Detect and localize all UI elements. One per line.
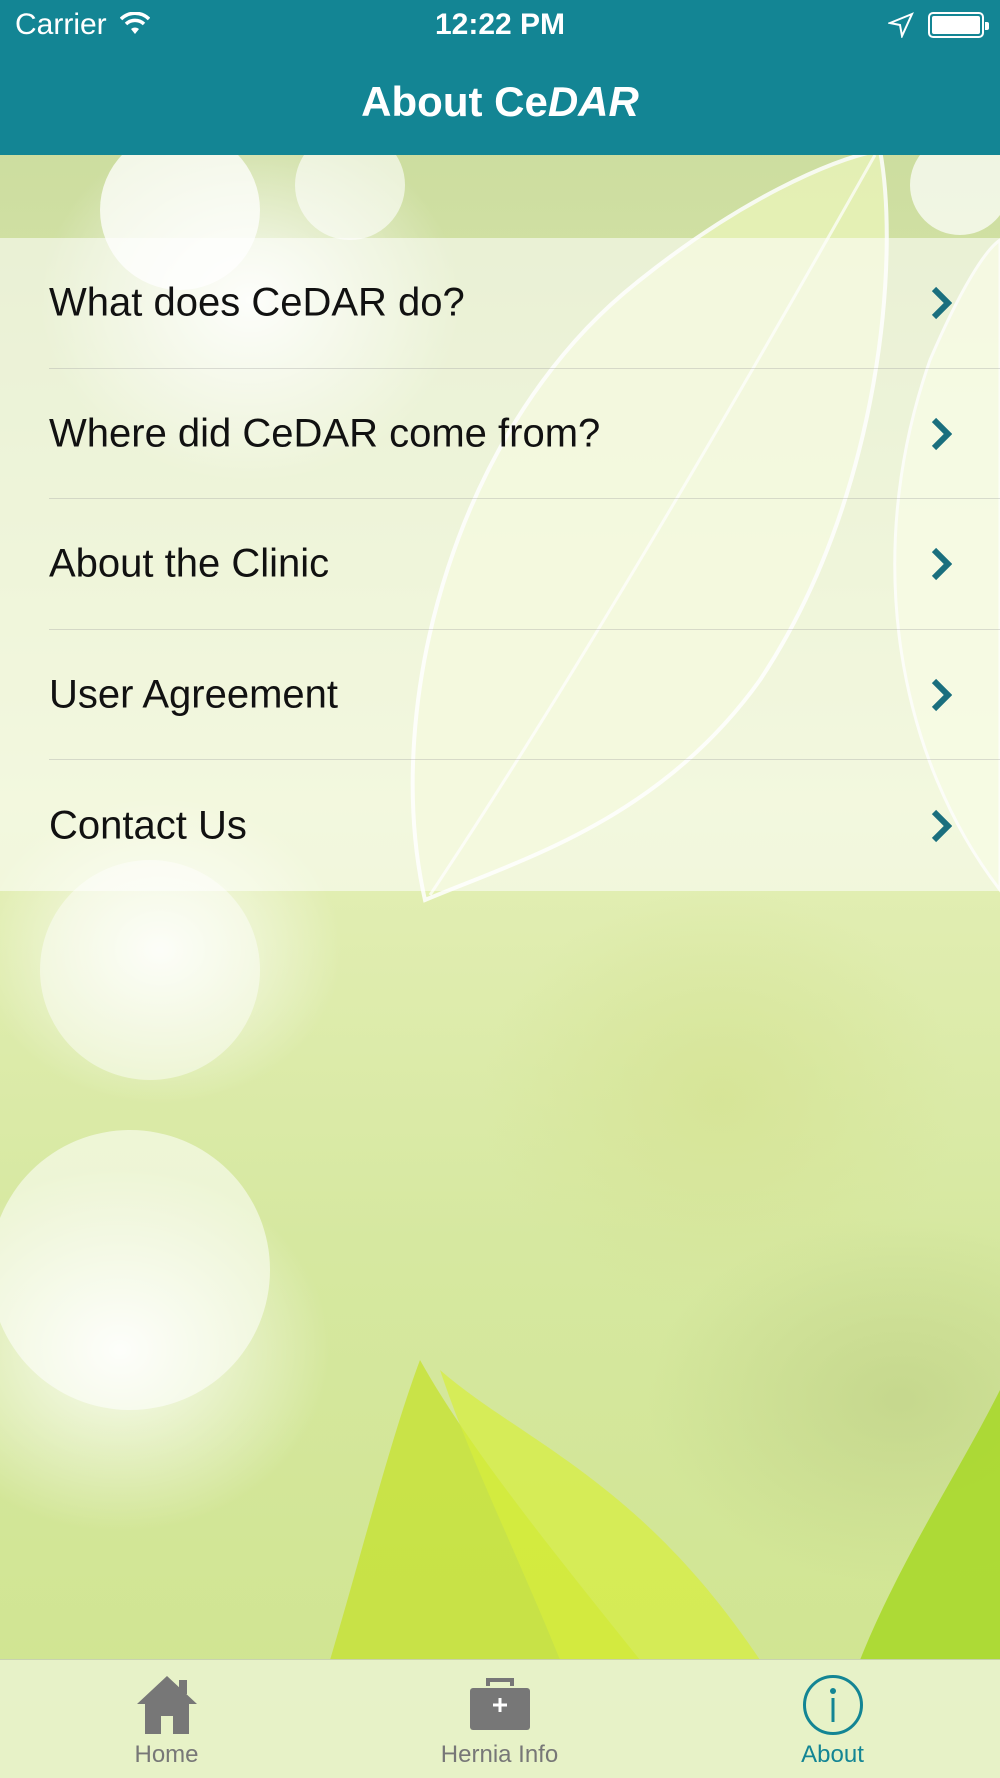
info-circle-icon xyxy=(802,1674,864,1741)
page-title: About CeDAR xyxy=(361,78,639,125)
medical-kit-icon xyxy=(468,1674,532,1737)
tab-label: Home xyxy=(134,1741,199,1768)
chevron-right-icon xyxy=(930,547,953,581)
home-icon xyxy=(135,1674,199,1741)
tab-hernia-info[interactable]: Hernia Info xyxy=(333,1660,666,1778)
chevron-right-icon xyxy=(930,678,953,712)
menu-item-where-did-cedar-come-from[interactable]: Where did CeDAR come from? xyxy=(0,369,1000,500)
battery-icon xyxy=(928,12,989,38)
status-bar: Carrier 12:22 PM xyxy=(0,0,1000,50)
location-arrow-icon xyxy=(886,12,914,43)
chevron-right-icon xyxy=(930,417,953,451)
menu-item-label: Contact Us xyxy=(49,803,247,848)
menu-item-user-agreement[interactable]: User Agreement xyxy=(0,630,1000,761)
menu-item-about-the-clinic[interactable]: About the Clinic xyxy=(0,499,1000,630)
top-bar: Carrier 12:22 PM About CeDAR xyxy=(0,0,1000,155)
menu-item-label: User Agreement xyxy=(49,672,339,717)
tab-home[interactable]: Home xyxy=(0,1660,333,1778)
chevron-right-icon xyxy=(930,809,953,843)
about-menu-list: What does CeDAR do? Where did CeDAR come… xyxy=(0,238,1000,891)
status-time: 12:22 PM xyxy=(434,8,566,41)
menu-item-what-does-cedar-do[interactable]: What does CeDAR do? xyxy=(0,238,1000,369)
menu-item-label: Where did CeDAR come from? xyxy=(49,411,601,456)
tab-bar: Home Hernia Info About xyxy=(0,1659,1000,1778)
tab-label: Hernia Info xyxy=(440,1741,559,1768)
menu-item-contact-us[interactable]: Contact Us xyxy=(0,760,1000,891)
tab-label: About xyxy=(801,1741,864,1768)
menu-item-label: What does CeDAR do? xyxy=(49,280,465,325)
tab-about[interactable]: About xyxy=(666,1660,999,1778)
menu-item-label: About the Clinic xyxy=(49,541,330,586)
chevron-right-icon xyxy=(930,286,953,320)
